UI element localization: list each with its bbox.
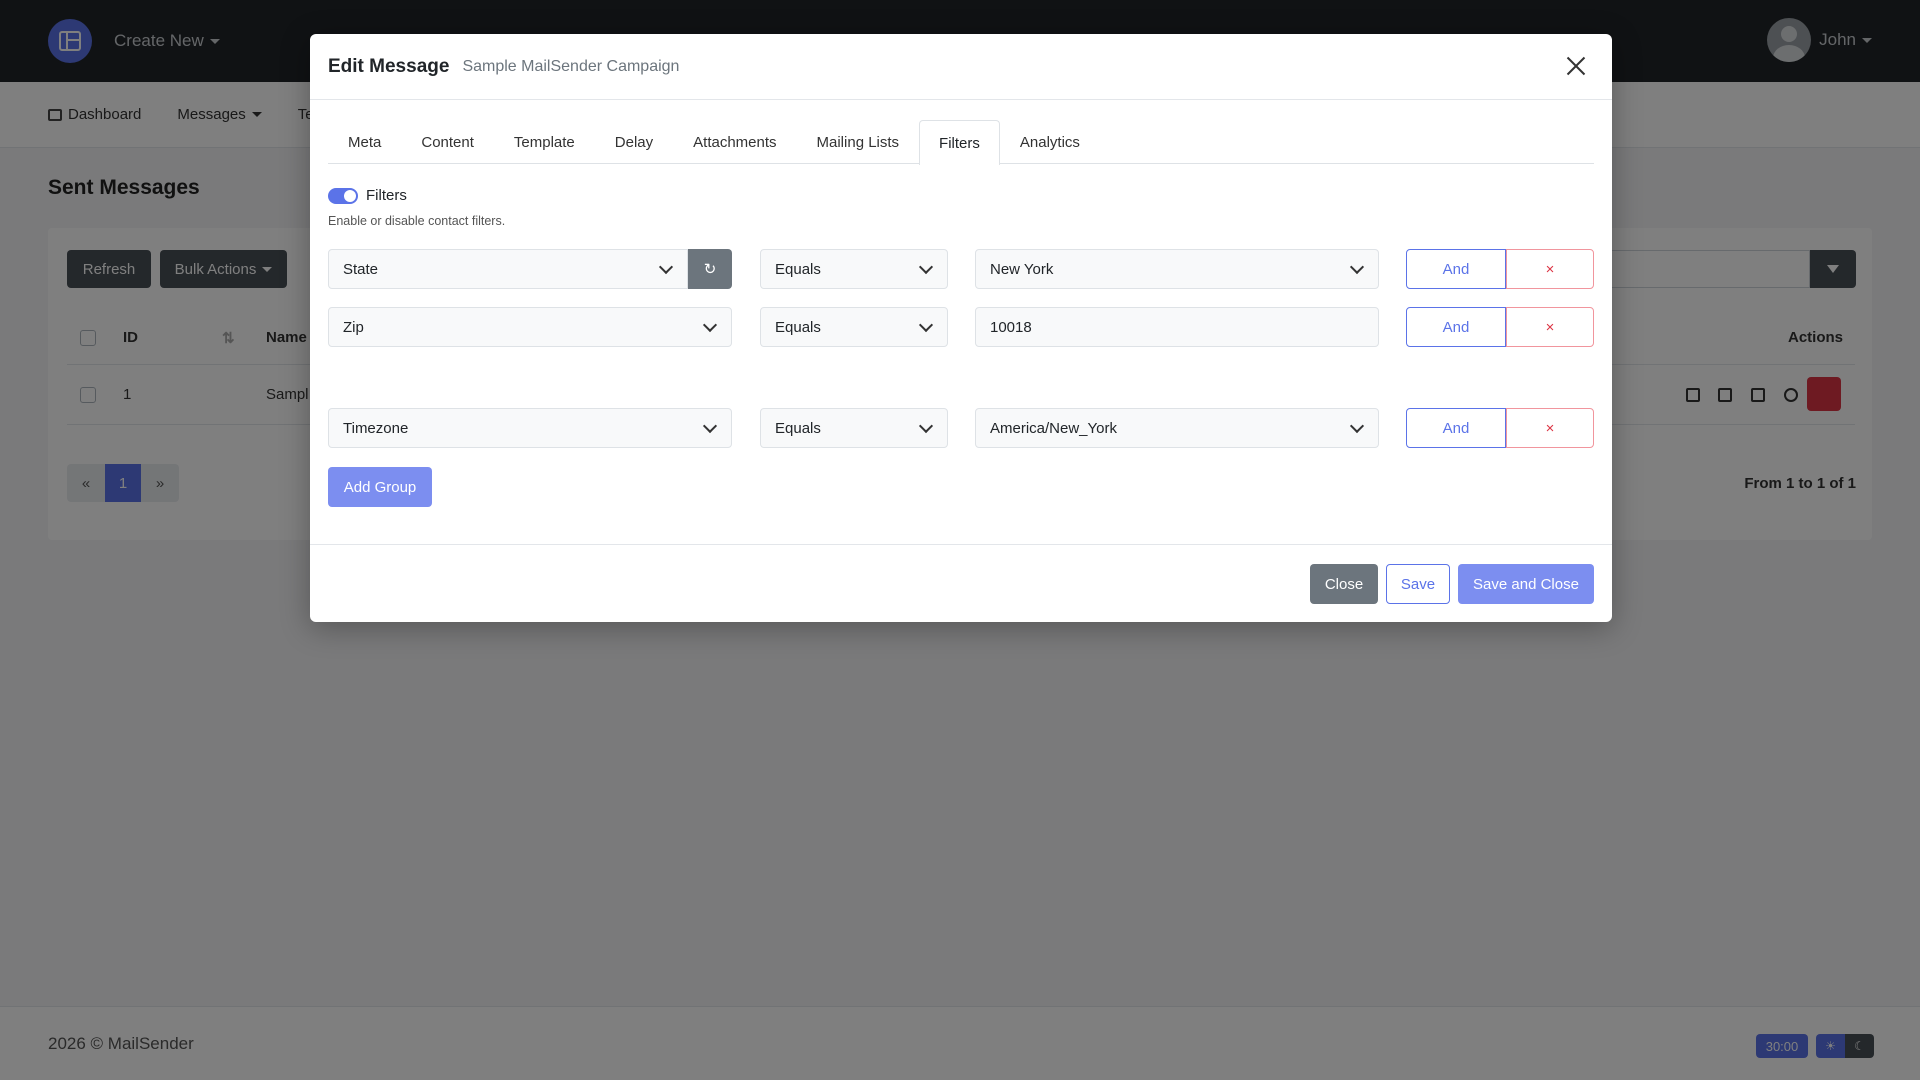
filters-help-text: Enable or disable contact filters. [328,214,506,228]
and-button[interactable]: And [1406,408,1506,448]
remove-filter-button[interactable]: × [1506,307,1594,347]
chevron-down-icon [1349,259,1365,275]
tab-filters[interactable]: Filters [919,120,1000,165]
refresh-icon[interactable]: ↻ [688,249,732,289]
filter-operator-select[interactable]: Equals [760,249,948,289]
modal-subtitle: Sample MailSender Campaign [462,57,680,75]
edit-message-modal: Edit Message Sample MailSender Campaign … [310,34,1612,622]
chevron-down-icon [918,418,934,434]
remove-filter-button[interactable]: × [1506,408,1594,448]
modal-title: Edit Message [328,55,450,77]
tab-analytics[interactable]: Analytics [1000,120,1100,164]
filters-toggle-row: Filters [328,187,407,204]
filter-field-select[interactable]: Zip [328,307,732,347]
filter-field-select[interactable]: State [328,249,688,289]
tab-delay[interactable]: Delay [595,120,673,164]
filter-operator-select[interactable]: Equals [760,307,948,347]
tab-template[interactable]: Template [494,120,595,164]
filters-toggle-label[interactable]: Filters [366,187,407,204]
and-button[interactable]: And [1406,249,1506,289]
filter-operator-select[interactable]: Equals [760,408,948,448]
chevron-down-icon [918,317,934,333]
save-button[interactable]: Save [1386,564,1450,604]
modal-header: Edit Message Sample MailSender Campaign [310,34,1612,100]
save-and-close-button[interactable]: Save and Close [1458,564,1594,604]
filter-value-select[interactable]: America/New_York [975,408,1379,448]
remove-filter-button[interactable]: × [1506,249,1594,289]
chevron-down-icon [1349,418,1365,434]
add-group-button[interactable]: Add Group [328,467,432,507]
close-button[interactable]: Close [1310,564,1378,604]
modal-tabs: Meta Content Template Delay Attachments … [328,120,1594,165]
chevron-down-icon [702,317,718,333]
tab-attachments[interactable]: Attachments [673,120,796,164]
and-button[interactable]: And [1406,307,1506,347]
chevron-down-icon [658,259,674,275]
close-icon[interactable] [1566,56,1586,76]
chevron-down-icon [702,418,718,434]
tab-meta[interactable]: Meta [328,120,401,164]
chevron-down-icon [918,259,934,275]
tab-content[interactable]: Content [401,120,494,164]
filters-toggle-switch[interactable] [328,187,358,204]
filter-value-input[interactable]: 10018 [975,307,1379,347]
filter-value-select[interactable]: New York [975,249,1379,289]
tab-mailing-lists[interactable]: Mailing Lists [797,120,920,164]
filter-field-select[interactable]: Timezone [328,408,732,448]
